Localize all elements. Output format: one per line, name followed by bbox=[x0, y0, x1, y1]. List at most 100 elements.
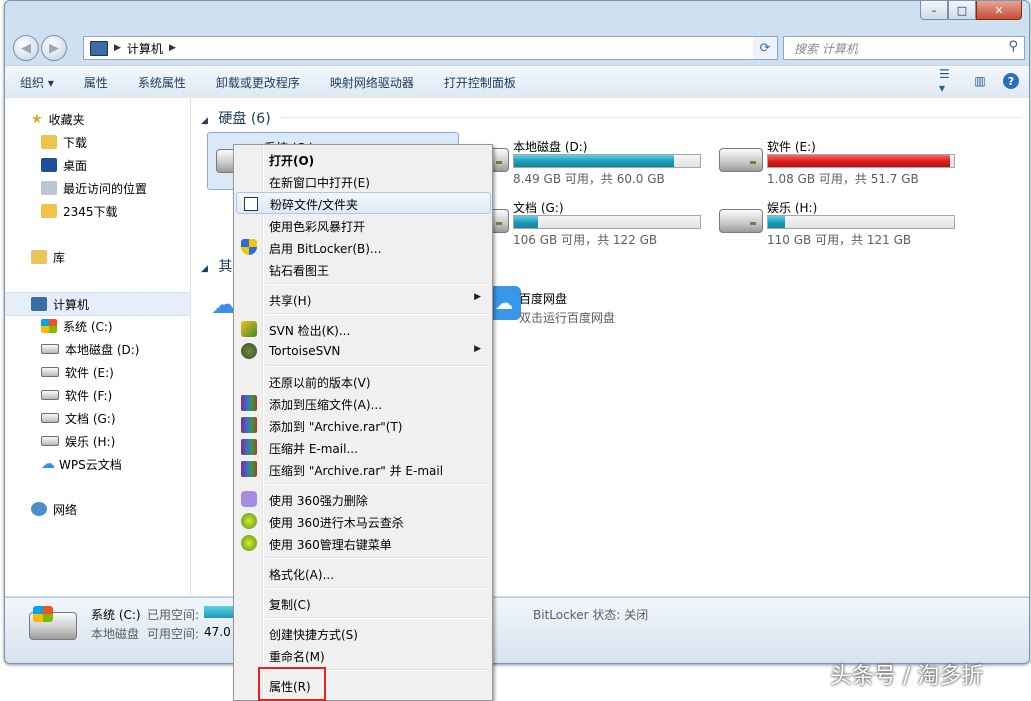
menu-item-label: 格式化(A)... bbox=[269, 568, 335, 582]
open-control-panel-button[interactable]: 打开控制面板 bbox=[429, 74, 531, 91]
menu-item-compress-rar-email[interactable]: 压缩到 "Archive.rar" 并 E-mail bbox=[236, 458, 489, 480]
menu-separator bbox=[267, 557, 487, 559]
context-menu: 打开(O) 在新窗口中打开(E) 粉碎文件/文件夹 使用色彩风暴打开 启用 Bi… bbox=[233, 144, 493, 701]
preview-pane-icon[interactable]: ▥ bbox=[971, 72, 989, 90]
desktop-icon bbox=[41, 158, 57, 172]
menu-item-copy[interactable]: 复制(C) bbox=[236, 592, 489, 614]
menu-item-open[interactable]: 打开(O) bbox=[236, 148, 489, 170]
sidebar-item-label: 系统 (C:) bbox=[63, 319, 113, 334]
sidebar-item-drive-f[interactable]: 软件 (F:) bbox=[5, 384, 190, 406]
sidebar-item-favorites[interactable]: ★ 收藏夹 bbox=[5, 108, 190, 130]
menu-item-share[interactable]: 共享(H) ▶ bbox=[236, 288, 489, 310]
menu-item-open-new-window[interactable]: 在新窗口中打开(E) bbox=[236, 170, 489, 192]
menu-item-rename[interactable]: 重命名(M) bbox=[236, 644, 489, 666]
organize-button[interactable]: 组织 ▾ bbox=[5, 74, 69, 91]
search-input[interactable]: 搜索 计算机 ⚲ bbox=[783, 36, 1025, 60]
sidebar-item-label: 库 bbox=[53, 250, 66, 265]
sidebar-item-drive-d[interactable]: 本地磁盘 (D:) bbox=[5, 338, 190, 360]
close-button[interactable]: ✕ bbox=[976, 1, 1022, 20]
menu-item-360-scan[interactable]: 使用 360进行木马云查杀 bbox=[236, 510, 489, 532]
menu-item-svn-checkout[interactable]: SVN 检出(K)... bbox=[236, 318, 489, 340]
caption-buttons: – □ ✕ bbox=[920, 1, 1022, 20]
menu-item-create-shortcut[interactable]: 创建快捷方式(S) bbox=[236, 622, 489, 644]
library-icon bbox=[31, 250, 47, 264]
sidebar-item-label: 最近访问的位置 bbox=[63, 181, 148, 196]
properties-button[interactable]: 属性 bbox=[69, 74, 123, 91]
map-network-drive-button[interactable]: 映射网络驱动器 bbox=[315, 74, 429, 91]
command-bar: 组织 ▾ 属性 系统属性 卸载或更改程序 映射网络驱动器 打开控制面板 ☰ ▾ … bbox=[5, 65, 1029, 99]
menu-item-restore-versions[interactable]: 还原以前的版本(V) bbox=[236, 370, 489, 392]
menu-item-color-storm[interactable]: 使用色彩风暴打开 bbox=[236, 214, 489, 236]
sidebar-item-label: 本地磁盘 (D:) bbox=[65, 342, 140, 357]
drive-usage-fill bbox=[768, 216, 785, 228]
forward-button[interactable]: ▶ bbox=[41, 35, 67, 61]
drive-item-h[interactable]: 娱乐 (H:) 110 GB 可用，共 121 GB bbox=[711, 193, 961, 249]
refresh-button[interactable]: ⟳ bbox=[753, 36, 778, 60]
system-drive-icon bbox=[41, 319, 57, 333]
sidebar-item-desktop[interactable]: 桌面 bbox=[5, 154, 190, 176]
menu-item-label: 重命名(M) bbox=[269, 650, 325, 664]
hard-drive-icon bbox=[41, 390, 59, 400]
search-icon[interactable]: ⚲ bbox=[1008, 39, 1018, 54]
address-bar[interactable]: ▶ 计算机 ▶ ▼ bbox=[83, 36, 775, 60]
menu-item-label: 打开(O) bbox=[269, 154, 315, 168]
menu-item-compress-email[interactable]: 压缩并 E-mail... bbox=[236, 436, 489, 458]
menu-item-360-delete[interactable]: 使用 360强力删除 bbox=[236, 488, 489, 510]
sidebar-item-label: 网络 bbox=[53, 502, 78, 517]
menu-item-label: 在新窗口中打开(E) bbox=[269, 176, 370, 190]
menu-item-360-menu[interactable]: 使用 360管理右键菜单 bbox=[236, 532, 489, 554]
hard-drive-icon bbox=[41, 344, 59, 354]
sidebar-item-drive-h[interactable]: 娱乐 (H:) bbox=[5, 430, 190, 452]
menu-item-bitlocker[interactable]: 启用 BitLocker(B)... bbox=[236, 236, 489, 258]
menu-item-label: 添加到压缩文件(A)... bbox=[269, 398, 383, 412]
drive-item-g[interactable]: 文档 (G:) 106 GB 可用，共 122 GB bbox=[457, 193, 707, 249]
menu-separator bbox=[267, 587, 487, 589]
menu-separator bbox=[267, 313, 487, 315]
menu-item-label: 创建快捷方式(S) bbox=[269, 628, 358, 642]
menu-item-add-archive[interactable]: 添加到压缩文件(A)... bbox=[236, 392, 489, 414]
details-type: 本地磁盘 bbox=[91, 627, 140, 641]
minimize-button[interactable]: – bbox=[920, 1, 948, 20]
uninstall-program-button[interactable]: 卸载或更改程序 bbox=[201, 74, 315, 91]
sidebar-item-downloads[interactable]: 下载 bbox=[5, 131, 190, 153]
sidebar-item-computer[interactable]: 计算机 bbox=[5, 292, 190, 316]
windows-logo-icon bbox=[33, 606, 53, 622]
winrar-icon bbox=[241, 461, 257, 477]
sidebar-item-recent[interactable]: 最近访问的位置 bbox=[5, 177, 190, 199]
sidebar-item-drive-e[interactable]: 软件 (E:) bbox=[5, 361, 190, 383]
sidebar-item-libraries[interactable]: 库 bbox=[5, 246, 190, 268]
menu-item-shred[interactable]: 粉碎文件/文件夹 bbox=[236, 192, 491, 214]
menu-item-format[interactable]: 格式化(A)... bbox=[236, 562, 489, 584]
hard-drive-icon bbox=[41, 413, 59, 423]
back-button[interactable]: ◀ bbox=[13, 35, 39, 61]
sidebar-item-network[interactable]: 网络 bbox=[5, 498, 190, 520]
address-path[interactable]: 计算机 bbox=[127, 40, 163, 57]
drive-name: 娱乐 (H:) bbox=[767, 201, 818, 215]
sidebar-item-label: 下载 bbox=[63, 135, 88, 150]
help-icon[interactable]: ? bbox=[1003, 73, 1019, 89]
drive-item-d[interactable]: 本地磁盘 (D:) 8.49 GB 可用，共 60.0 GB bbox=[457, 132, 707, 188]
menu-separator bbox=[267, 283, 487, 285]
drive-item-e[interactable]: 软件 (E:) 1.08 GB 可用，共 51.7 GB bbox=[711, 132, 961, 188]
menu-item-add-archive-rar[interactable]: 添加到 "Archive.rar"(T) bbox=[236, 414, 489, 436]
drive-name: 本地磁盘 (D:) bbox=[513, 140, 588, 154]
sidebar-item-2345-downloads[interactable]: 2345下载 bbox=[5, 200, 190, 222]
group-header-hard-disks[interactable]: ◢ 硬盘 (6) bbox=[201, 108, 1021, 128]
menu-item-diamond-viewer[interactable]: 钻石看图王 bbox=[236, 258, 489, 280]
computer-icon bbox=[31, 297, 47, 311]
menu-item-tortoisesvn[interactable]: TortoiseSVN ▶ bbox=[236, 340, 489, 362]
sidebar-item-label: 桌面 bbox=[63, 158, 88, 173]
sidebar-item-wps-cloud[interactable]: ☁ WPS云文档 bbox=[5, 453, 190, 475]
winrar-icon bbox=[241, 395, 257, 411]
sidebar-item-drive-c[interactable]: 系统 (C:) bbox=[5, 315, 190, 337]
menu-item-label: 粉碎文件/文件夹 bbox=[270, 198, 359, 212]
details-free-label: 可用空间: bbox=[147, 627, 200, 641]
baidu-netdisk-name[interactable]: 百度网盘 bbox=[519, 290, 567, 307]
drive-usage-fill bbox=[768, 155, 951, 167]
network-icon bbox=[31, 502, 47, 516]
search-placeholder: 搜索 计算机 bbox=[794, 42, 858, 56]
view-options-icon[interactable]: ☰ ▾ bbox=[939, 67, 957, 95]
maximize-button[interactable]: □ bbox=[948, 1, 976, 20]
sidebar-item-drive-g[interactable]: 文档 (G:) bbox=[5, 407, 190, 429]
system-properties-button[interactable]: 系统属性 bbox=[123, 74, 201, 91]
